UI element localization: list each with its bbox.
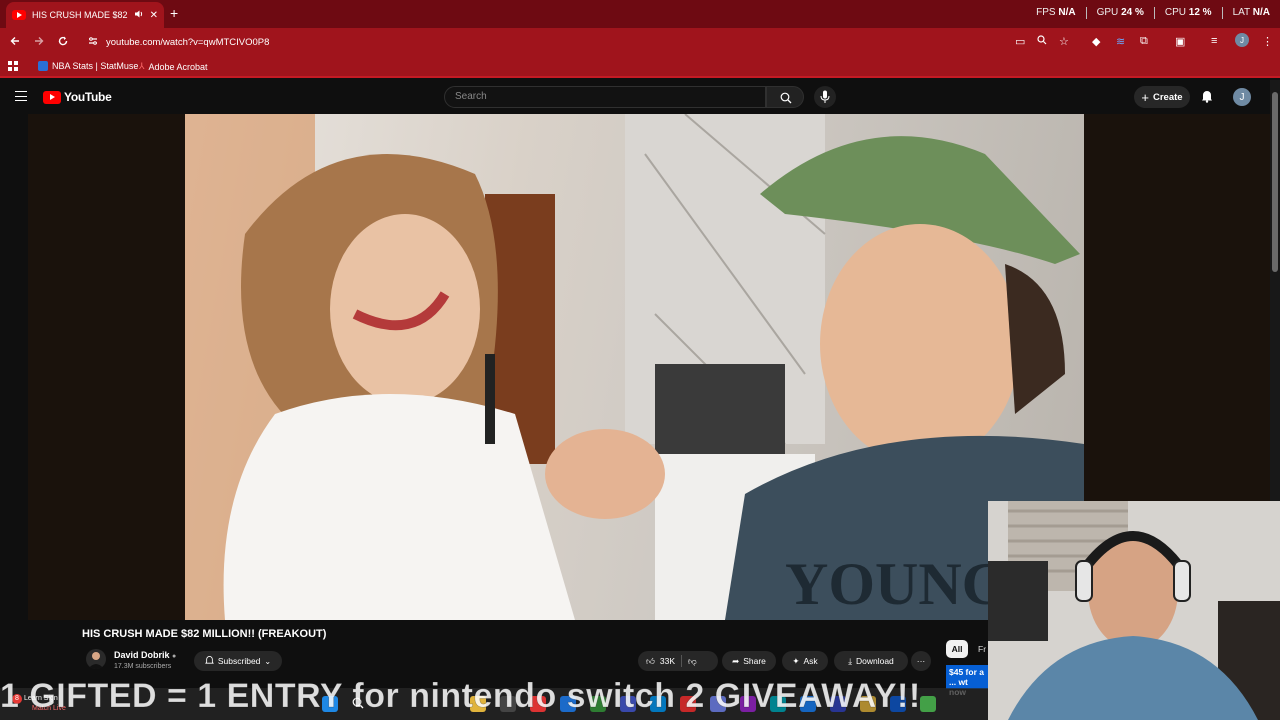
youtube-logo[interactable]: YouTube [43, 90, 112, 104]
thumbs-up-icon: 👍︎ [646, 655, 655, 666]
bookmark-adobe-acrobat[interactable]: ⅄ Adobe Acrobat [139, 61, 208, 72]
microphone-icon [820, 90, 830, 103]
subscribed-button[interactable]: Subscribed ⌄ [194, 651, 282, 671]
webcam-feed-image [988, 501, 1280, 720]
video-title: HIS CRUSH MADE $82 MILLION!! (FREAKOUT) [82, 628, 327, 640]
browser-menu-icon[interactable]: ⋮ [1262, 35, 1273, 48]
like-button[interactable]: 👍︎ 33K [646, 656, 675, 667]
apps-grid-icon[interactable] [8, 61, 18, 71]
profile-avatar[interactable]: J [1235, 33, 1249, 47]
voice-search-button[interactable] [814, 86, 836, 108]
download-icon: ⤓ [848, 655, 852, 666]
media-control-icon[interactable]: ≡ [1211, 35, 1217, 47]
zoom-icon[interactable] [1037, 35, 1047, 48]
bookmarks-bar: NBA Stats | StatMuse ⅄ Adobe Acrobat [0, 56, 1280, 78]
svg-text:YOUNG: YOUNG [785, 551, 1008, 617]
statmuse-icon [38, 61, 48, 71]
fps-stat: FPS N/A [1036, 7, 1076, 18]
webcam-overlay [988, 501, 1280, 720]
menu-icon[interactable] [15, 91, 27, 101]
scrollbar-thumb[interactable] [1272, 92, 1278, 272]
video-content-image: YOUNG [185, 114, 1084, 620]
dislike-button[interactable]: 👎︎ [688, 656, 697, 667]
youtube-play-icon [43, 90, 61, 104]
subscriber-count: 17.3M subscribers [114, 663, 172, 670]
bell-icon [205, 655, 214, 667]
channel-avatar[interactable] [86, 649, 106, 669]
tab-title: HIS CRUSH MADE $82 MILLI [32, 10, 128, 20]
extension-wave-icon[interactable]: ≋ [1116, 35, 1125, 48]
address-bar[interactable]: youtube.com/watch?v=qwMTCIVO0P8 [80, 31, 1000, 53]
forward-arrow-icon[interactable] [34, 34, 44, 49]
browser-tab-strip: HIS CRUSH MADE $82 MILLI ✕ + FPS N/A GPU… [0, 0, 1280, 28]
bookmark-statmuse[interactable]: NBA Stats | StatMuse [38, 61, 138, 71]
sparkle-icon: ✦ [792, 655, 800, 666]
youtube-masthead: YouTube Search + Create J [0, 80, 1270, 114]
reload-icon[interactable] [58, 34, 68, 49]
share-arrow-icon: ➦ [732, 655, 740, 666]
back-arrow-icon[interactable] [10, 34, 20, 49]
tab-close-icon[interactable]: ✕ [150, 10, 158, 21]
extension-diamond-icon[interactable]: ◆ [1092, 35, 1100, 48]
stream-overlay-text: 1 GIFTED = 1 ENTRY for nintendo switch 2… [0, 677, 921, 716]
ask-button[interactable]: ✦ Ask [782, 651, 828, 671]
chip-next[interactable]: Fr [978, 644, 986, 654]
bookmark-star-icon[interactable]: ☆ [1059, 35, 1069, 48]
search-icon [780, 92, 792, 104]
more-actions-button[interactable]: ··· [911, 651, 931, 671]
url-text[interactable]: youtube.com/watch?v=qwMTCIVO0P8 [106, 37, 269, 48]
like-dislike-group: 👍︎ 33K 👎︎ [638, 651, 718, 671]
extensions-puzzle-icon[interactable]: ⧉ [1140, 35, 1148, 48]
chip-all[interactable]: All [946, 640, 968, 658]
cast-icon[interactable]: ▭ [1015, 35, 1025, 48]
chevron-down-icon: ⌄ [264, 656, 272, 666]
video-frame[interactable]: YOUNG [185, 114, 1084, 620]
create-button[interactable]: + Create [1134, 86, 1190, 108]
speaker-icon[interactable] [134, 9, 144, 22]
browser-tab[interactable]: HIS CRUSH MADE $82 MILLI ✕ [6, 2, 164, 28]
gpu-stat: GPU 24 % [1096, 7, 1144, 18]
acrobat-icon: ⅄ [139, 61, 145, 71]
youtube-favicon-icon [12, 10, 26, 20]
new-tab-button[interactable]: + [170, 5, 178, 21]
thumbs-down-icon: 👎︎ [688, 655, 697, 666]
notifications-bell-icon[interactable] [1201, 89, 1213, 108]
cpu-stat: CPU 12 % [1164, 7, 1212, 18]
site-info-icon[interactable] [88, 33, 98, 51]
browser-toolbar: youtube.com/watch?v=qwMTCIVO0P8 ▭ ☆ ◆ ≋ … [0, 28, 1280, 56]
lat-stat: LAT N/A [1232, 7, 1270, 18]
verified-check-icon: ● [172, 653, 177, 660]
download-button[interactable]: ⤓ Download [834, 651, 908, 671]
split-view-icon[interactable]: ▣ [1175, 35, 1185, 48]
search-input[interactable]: Search [444, 86, 766, 108]
account-avatar[interactable]: J [1233, 88, 1251, 106]
plus-icon: + [1141, 89, 1149, 105]
performance-overlay: FPS N/A GPU 24 % CPU 12 % LAT N/A [1036, 7, 1270, 19]
channel-name[interactable]: David Dobrik ● [114, 650, 176, 660]
share-button[interactable]: ➦ Share [722, 651, 776, 671]
search-button[interactable] [766, 86, 804, 108]
